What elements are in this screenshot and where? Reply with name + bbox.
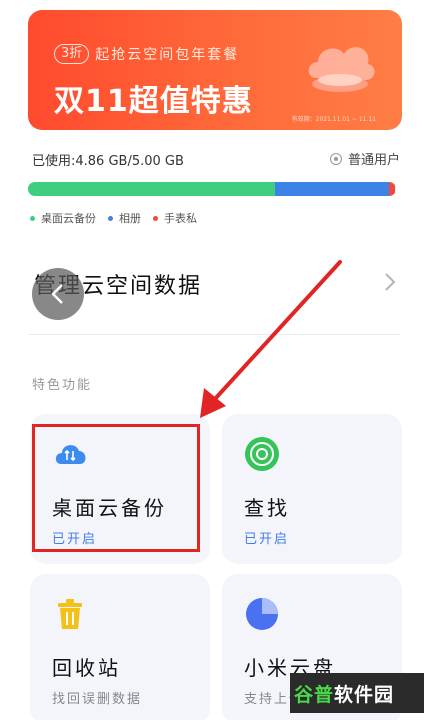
divider: [28, 334, 400, 335]
pie-chart-icon: [246, 598, 278, 630]
legend-swatch: [153, 215, 158, 221]
chevron-right-icon: [385, 273, 396, 291]
legend-label: 手表私: [164, 212, 197, 225]
banner-fine-print: 有效期：2021.11.01 ~ 11.11: [291, 116, 376, 123]
storage-usage-text: 已使用:4.86 GB/5.00 GB: [32, 154, 184, 169]
legend-swatch: [108, 215, 113, 221]
legend-label: 桌面云备份: [41, 212, 96, 225]
chevron-left-icon: [51, 284, 63, 304]
legend-swatch: [30, 215, 35, 221]
user-type-badge[interactable]: 普通用户: [329, 149, 400, 168]
legend-label: 相册: [119, 212, 141, 225]
legend-item: 相册: [108, 210, 141, 226]
back-button[interactable]: [32, 268, 84, 320]
storage-usage-bar: [28, 182, 396, 196]
radar-target-icon: [245, 437, 279, 471]
usage-segment: [28, 182, 275, 196]
usage-segment: [388, 182, 395, 196]
card-subtitle: 找回误删数据: [52, 692, 143, 707]
card-status: 已开启: [244, 532, 290, 547]
usage-segment: [274, 182, 389, 196]
site-watermark: 谷普 软件园: [290, 673, 424, 713]
cloud-gift-icon: [308, 47, 375, 92]
promo-banner[interactable]: 3折 起抢云空间包年套餐 双11超值特惠 有效期：2021.11.01 ~ 11…: [28, 10, 402, 130]
banner-tagline: 起抢云空间包年套餐: [95, 47, 240, 63]
watermark-prefix: 谷普: [294, 683, 335, 706]
manage-cloud-data-row[interactable]: 管理云空间数据: [32, 264, 402, 304]
member-icon: [329, 152, 342, 165]
legend-item: 桌面云备份: [30, 210, 96, 226]
storage-legend: 桌面云备份 相册 手表私: [30, 210, 209, 226]
watermark-suffix: 软件园: [334, 683, 395, 706]
highlight-box: [32, 424, 200, 552]
trash-icon: [58, 599, 82, 629]
card-find-device[interactable]: 查找 已开启: [222, 414, 402, 564]
banner-title: 双11超值特惠: [54, 84, 253, 119]
card-recycle-bin[interactable]: 回收站 找回误删数据: [30, 574, 210, 720]
card-title: 查找: [244, 496, 290, 520]
card-title: 回收站: [52, 656, 121, 680]
banner-tagline-row: 3折 起抢云空间包年套餐: [54, 44, 239, 64]
discount-pill: 3折: [54, 44, 90, 64]
legend-item: 手表私: [153, 210, 197, 226]
user-type-label: 普通用户: [347, 153, 400, 168]
section-label-features: 特色功能: [32, 378, 93, 393]
